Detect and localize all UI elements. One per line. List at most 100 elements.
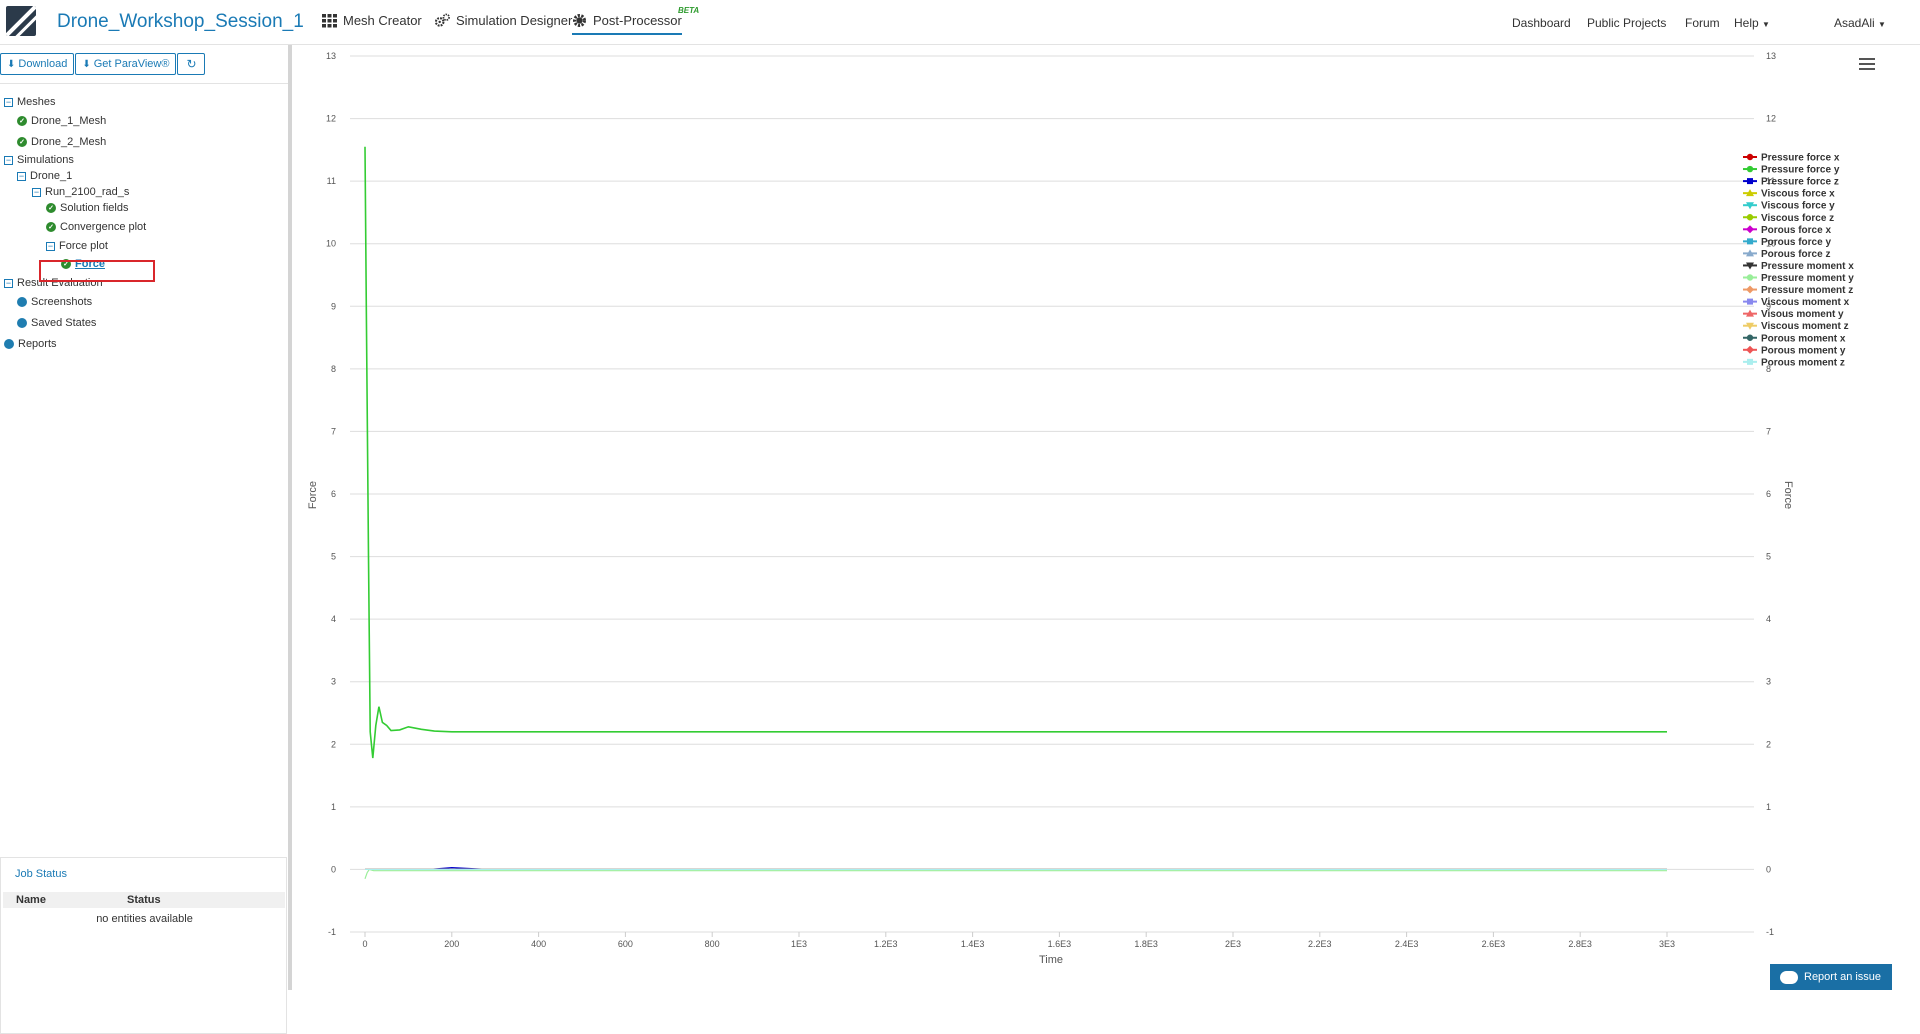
tab-post-processor[interactable]: Post-Processor	[572, 13, 682, 35]
y2-tick-label: 0	[1766, 864, 1771, 874]
nav-public-projects[interactable]: Public Projects	[1587, 16, 1666, 30]
legend-label: Pressure force z	[1761, 177, 1839, 188]
toolbar-divider	[0, 83, 288, 84]
legend-marker	[1746, 345, 1754, 354]
nav-forum[interactable]: Forum	[1685, 16, 1720, 30]
user-name: AsadAli	[1834, 16, 1875, 30]
tree-item-run[interactable]: − Run_2100_rad_s	[32, 186, 129, 198]
legend-item[interactable]: Porous force x	[1743, 225, 1831, 236]
tree-item-mesh-2[interactable]: ✓ Drone_2_Mesh	[17, 136, 106, 148]
legend-item[interactable]: Pressure force z	[1743, 177, 1839, 188]
tree-item-mesh-1[interactable]: ✓ Drone_1_Mesh	[17, 115, 106, 127]
x-tick-label: 1.6E3	[1048, 939, 1072, 949]
chart-legend[interactable]: Pressure force xPressure force yPressure…	[1743, 153, 1854, 369]
tree-item-force-plot[interactable]: − Force plot	[46, 240, 108, 252]
tree-label-reports: Reports	[18, 338, 57, 350]
collapse-icon[interactable]: −	[4, 97, 13, 107]
tree-item-saved-states[interactable]: Saved States	[17, 317, 96, 329]
circle-icon	[17, 297, 27, 307]
tree-item-drone-1[interactable]: − Drone_1	[17, 170, 72, 182]
legend-marker	[1746, 334, 1754, 341]
legend-item[interactable]: Porous moment y	[1743, 345, 1846, 356]
get-paraview-button[interactable]: ⬇ Get ParaView®	[75, 53, 177, 75]
legend-label: Porous moment z	[1761, 357, 1845, 368]
legend-item[interactable]: Pressure moment z	[1743, 285, 1853, 296]
tab-post-processor-label: Post-Processor	[593, 13, 682, 28]
refresh-icon: ↻	[186, 57, 197, 71]
tree-label-force-plot: Force plot	[59, 240, 108, 252]
collapse-icon[interactable]: −	[4, 155, 13, 165]
legend-label: Pressure force y	[1761, 165, 1840, 176]
download-icon: ⬇	[7, 58, 16, 70]
tree-label-convergence-plot: Convergence plot	[60, 221, 147, 233]
legend-label: Pressure force x	[1761, 153, 1840, 164]
x-tick-label: 0	[362, 939, 367, 949]
caret-down-icon: ▼	[1762, 20, 1770, 29]
collapse-icon[interactable]: −	[4, 278, 13, 288]
check-circle-icon: ✓	[46, 203, 56, 213]
legend-item[interactable]: Pressure moment y	[1743, 273, 1854, 284]
legend-item[interactable]: Viscous moment z	[1743, 321, 1849, 332]
collapse-icon[interactable]: −	[32, 187, 41, 197]
legend-label: Porous force y	[1761, 237, 1831, 248]
tab-mesh-creator[interactable]: Mesh Creator	[322, 13, 422, 28]
y2-tick-label: 2	[1766, 739, 1771, 749]
download-button[interactable]: ⬇ Download	[0, 53, 75, 75]
tree-item-convergence-plot[interactable]: ✓ Convergence plot	[46, 221, 146, 233]
tree-item-screenshots[interactable]: Screenshots	[17, 296, 92, 308]
x-axis-ticks: 0 200 400 600 800 1E3 1.2E3 1.4E3 1.6E3 1.8E3 2E3 2…	[362, 932, 1675, 949]
x-tick-label: 3E3	[1659, 939, 1675, 949]
y-axis-label: Force	[307, 481, 319, 509]
tree-item-reports[interactable]: Reports	[4, 338, 57, 350]
x-tick-label: 2.8E3	[1568, 939, 1592, 949]
tree-item-meshes[interactable]: − Meshes	[4, 96, 56, 108]
legend-item[interactable]: Porous force z	[1743, 249, 1830, 260]
legend-item[interactable]: Visous moment y	[1743, 309, 1844, 320]
x-tick-label: 800	[705, 939, 720, 949]
legend-marker	[1746, 153, 1754, 161]
y-tick-label: 5	[331, 552, 336, 562]
column-header-status[interactable]: Status	[127, 894, 161, 906]
legend-item[interactable]: Viscous moment x	[1743, 297, 1850, 308]
x-tick-label: 200	[444, 939, 459, 949]
tree-item-simulations[interactable]: − Simulations	[4, 154, 74, 166]
x-tick-label: 2.4E3	[1395, 939, 1419, 949]
legend-marker	[1747, 178, 1753, 185]
legend-label: Porous force z	[1761, 249, 1830, 260]
legend-item[interactable]: Pressure moment x	[1743, 261, 1854, 272]
legend-item[interactable]: Porous moment x	[1743, 333, 1846, 344]
legend-marker	[1746, 225, 1754, 234]
tab-simulation-designer[interactable]: Simulation Designer	[435, 13, 572, 28]
collapse-icon[interactable]: −	[17, 171, 26, 181]
tab-mesh-creator-label: Mesh Creator	[343, 13, 422, 28]
x-axis-label: Time	[1039, 954, 1063, 966]
project-title[interactable]: Drone_Workshop_Session_1	[57, 11, 304, 33]
report-issue-button[interactable]: Report an issue	[1770, 964, 1892, 990]
series-line-1	[364, 146, 1667, 759]
refresh-button[interactable]: ↻	[177, 53, 206, 75]
legend-item[interactable]: Pressure force x	[1743, 153, 1840, 164]
user-menu[interactable]: AsadAli ▼	[1834, 16, 1886, 30]
tab-simulation-designer-label: Simulation Designer	[456, 13, 573, 28]
app-logo[interactable]	[6, 6, 36, 36]
legend-label: Viscous force z	[1761, 213, 1834, 224]
grid-icon	[322, 14, 337, 28]
tree-label-meshes: Meshes	[17, 96, 56, 108]
y2-tick-label: 3	[1766, 677, 1771, 687]
legend-label: Visous moment y	[1761, 309, 1844, 320]
y2-tick-label: 12	[1766, 114, 1776, 124]
collapse-icon[interactable]: −	[46, 241, 55, 251]
legend-item[interactable]: Viscous force y	[1743, 201, 1835, 212]
hamburger-menu-icon[interactable]	[1859, 58, 1875, 70]
legend-item[interactable]: Porous moment z	[1743, 357, 1845, 368]
legend-item[interactable]: Viscous force x	[1743, 189, 1835, 200]
legend-item[interactable]: Porous force y	[1743, 237, 1831, 248]
legend-item[interactable]: Viscous force z	[1743, 213, 1834, 224]
legend-item[interactable]: Pressure force y	[1743, 165, 1840, 176]
tree-label-saved-states: Saved States	[31, 317, 97, 329]
tree-item-solution-fields[interactable]: ✓ Solution fields	[46, 202, 129, 214]
nav-help[interactable]: Help ▼	[1734, 16, 1770, 30]
sidebar: ⬇ Download ⬇ Get ParaView® ↻ − Meshes ✓ …	[0, 45, 288, 1034]
nav-dashboard[interactable]: Dashboard	[1512, 16, 1571, 30]
column-header-name[interactable]: Name	[16, 894, 46, 906]
